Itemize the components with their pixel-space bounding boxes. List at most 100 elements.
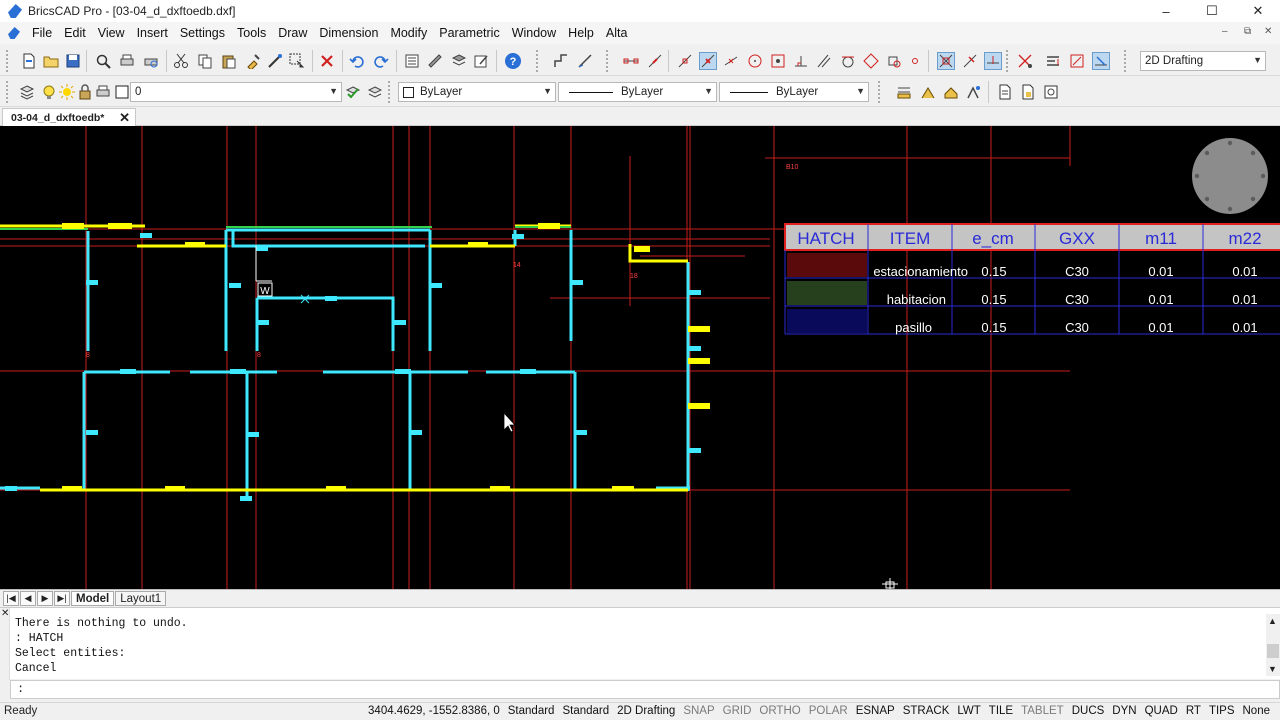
redo-icon[interactable] xyxy=(372,52,390,70)
snap-point-icon[interactable] xyxy=(906,52,924,70)
previous-tab-button[interactable]: ◀ xyxy=(20,590,36,606)
menu-dimension[interactable]: Dimension xyxy=(313,22,384,44)
menu-edit[interactable]: Edit xyxy=(58,22,92,44)
pick-icon[interactable] xyxy=(266,52,284,70)
status-lwt[interactable]: LWT xyxy=(953,705,984,717)
status-quad[interactable]: QUAD xyxy=(1141,705,1182,717)
menu-parametric[interactable]: Parametric xyxy=(433,22,505,44)
status-2d-drafting[interactable]: 2D Drafting xyxy=(613,705,679,717)
edit-icon[interactable] xyxy=(472,52,490,70)
status-esnap[interactable]: ESNAP xyxy=(852,705,899,717)
status-ducs[interactable]: DUCS xyxy=(1068,705,1109,717)
linetype-select[interactable]: ByLayer ▼ xyxy=(558,82,717,102)
line-icon[interactable] xyxy=(576,52,594,70)
layer-manager-icon[interactable] xyxy=(18,83,36,101)
snap-endpoint-icon[interactable] xyxy=(622,52,640,70)
toolbar-grip[interactable] xyxy=(6,50,10,72)
polyline-icon[interactable] xyxy=(552,52,570,70)
snap-quadrant-icon[interactable] xyxy=(862,52,880,70)
print-preview-icon[interactable] xyxy=(142,52,160,70)
close-icon[interactable]: ✕ xyxy=(119,110,130,126)
snap-nearest-icon[interactable] xyxy=(676,52,694,70)
menu-settings[interactable]: Settings xyxy=(174,22,231,44)
delete-icon[interactable] xyxy=(318,52,336,70)
layer-print-icon[interactable] xyxy=(94,83,112,101)
maximize-button[interactable]: ☐ xyxy=(1189,0,1235,22)
menu-file[interactable]: File xyxy=(26,22,58,44)
snap-perpendicular-icon[interactable] xyxy=(792,52,810,70)
entity-snap-icon[interactable] xyxy=(1016,52,1034,70)
drawing-explorer-icon[interactable] xyxy=(1042,83,1060,101)
lineweight-select[interactable]: ByLayer ▼ xyxy=(719,82,869,102)
document-icon[interactable] xyxy=(8,27,20,39)
menu-help[interactable]: Help xyxy=(562,22,600,44)
status-rt[interactable]: RT xyxy=(1182,705,1205,717)
snap-intersection-icon[interactable] xyxy=(699,52,717,70)
chevron-up-icon[interactable]: ▲ xyxy=(1268,616,1277,626)
snap-center-icon[interactable] xyxy=(746,52,764,70)
layer-on-icon[interactable] xyxy=(40,83,58,101)
match-properties-icon[interactable] xyxy=(244,52,262,70)
status-strack[interactable]: STRACK xyxy=(899,705,954,717)
mdi-restore-button[interactable]: ⧉ xyxy=(1244,26,1251,37)
navigation-wheel-icon[interactable] xyxy=(1192,138,1268,214)
print-icon[interactable] xyxy=(118,52,136,70)
first-tab-button[interactable]: |◀ xyxy=(3,590,19,606)
coordinates-readout[interactable]: 3404.4629, -1552.8386, 0 xyxy=(364,705,504,717)
text-style-icon[interactable] xyxy=(919,83,937,101)
color-select[interactable]: ByLayer ▼ xyxy=(398,82,556,102)
command-input[interactable]: : xyxy=(10,680,1280,699)
status-polar[interactable]: POLAR xyxy=(805,705,852,717)
new-icon[interactable] xyxy=(20,52,38,70)
zoom-icon[interactable] xyxy=(94,52,112,70)
history-scrollbar[interactable]: ▲ ▼ xyxy=(1266,614,1280,676)
status-standard[interactable]: Standard xyxy=(504,705,559,717)
status-tips[interactable]: TIPS xyxy=(1205,705,1239,717)
status-standard[interactable]: Standard xyxy=(558,705,613,717)
snap-apparent-icon[interactable] xyxy=(937,52,955,70)
table-style-icon[interactable] xyxy=(942,83,960,101)
snap-clear-icon[interactable] xyxy=(961,52,979,70)
layer-lock-icon[interactable] xyxy=(76,83,94,101)
copy-icon[interactable] xyxy=(196,52,214,70)
properties-icon[interactable] xyxy=(403,52,421,70)
dimension-style-icon[interactable] xyxy=(895,83,913,101)
layer-thaw-icon[interactable] xyxy=(58,83,76,101)
select-icon[interactable] xyxy=(288,52,306,70)
status-dyn[interactable]: DYN xyxy=(1108,705,1140,717)
paste-icon[interactable] xyxy=(220,52,238,70)
mdi-minimize-button[interactable]: – xyxy=(1222,26,1228,37)
status-grid[interactable]: GRID xyxy=(719,705,756,717)
undo-icon[interactable] xyxy=(348,52,366,70)
dimension-snap-icon[interactable] xyxy=(1092,52,1110,70)
layers-icon[interactable] xyxy=(450,52,468,70)
last-tab-button[interactable]: ▶| xyxy=(54,590,70,606)
close-icon[interactable]: ✕ xyxy=(1,608,9,619)
status-tile[interactable]: TILE xyxy=(985,705,1017,717)
make-current-layer-icon[interactable] xyxy=(344,83,362,101)
drawing-canvas[interactable]: B10 14 18 8 8 W HATCH ITEM e_cm GXX m11 … xyxy=(0,126,1280,589)
menu-insert[interactable]: Insert xyxy=(131,22,174,44)
snap-insertion-icon[interactable] xyxy=(885,52,903,70)
snap-node-icon[interactable] xyxy=(769,52,787,70)
status-snap[interactable]: SNAP xyxy=(679,705,718,717)
open-icon[interactable] xyxy=(42,52,60,70)
layer-previous-icon[interactable] xyxy=(366,83,384,101)
drawing-svg[interactable]: B10 14 18 8 8 W HATCH ITEM e_cm GXX m11 … xyxy=(0,126,1280,589)
menu-modify[interactable]: Modify xyxy=(384,22,433,44)
next-tab-button[interactable]: ▶ xyxy=(37,590,53,606)
menu-tools[interactable]: Tools xyxy=(231,22,272,44)
explorer-icon[interactable] xyxy=(426,52,444,70)
tab-layout1[interactable]: Layout1 xyxy=(115,590,167,606)
layer-select[interactable]: 0 ▼ xyxy=(130,82,342,102)
mdi-close-button[interactable]: ✕ xyxy=(1264,26,1272,37)
snap-toggle-icon[interactable] xyxy=(984,52,1002,70)
help-icon[interactable]: ? xyxy=(504,52,522,70)
menu-alta[interactable]: Alta xyxy=(600,22,634,44)
scroll-thumb[interactable] xyxy=(1267,644,1279,658)
menu-draw[interactable]: Draw xyxy=(272,22,313,44)
menu-window[interactable]: Window xyxy=(506,22,562,44)
snap-tangent-icon[interactable] xyxy=(839,52,857,70)
menu-view[interactable]: View xyxy=(92,22,131,44)
workspace-select[interactable]: 2D Drafting ▼ xyxy=(1140,51,1266,71)
